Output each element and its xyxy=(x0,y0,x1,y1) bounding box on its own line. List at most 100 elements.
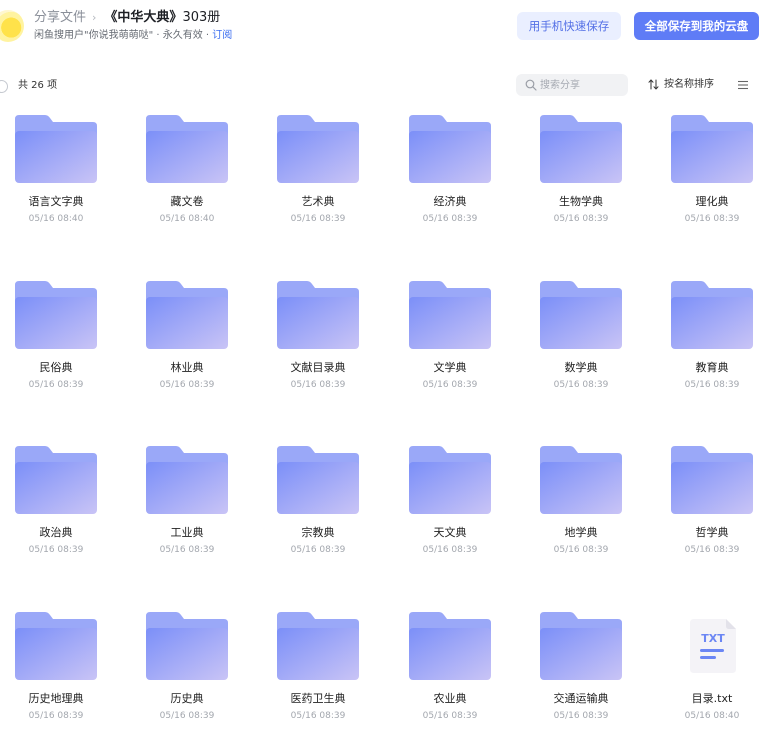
item-name[interactable]: 工业典 xyxy=(122,526,252,540)
folder-item[interactable]: 工业典 05/16 08:39 xyxy=(132,446,242,586)
item-date: 05/16 08:39 xyxy=(28,380,84,390)
item-thumbnail[interactable] xyxy=(132,115,242,183)
item-thumbnail[interactable] xyxy=(395,446,505,514)
folder-item[interactable]: 农业典 05/16 08:39 xyxy=(395,612,505,752)
sort-icon xyxy=(648,79,659,90)
folder-icon xyxy=(540,115,622,183)
item-thumbnail[interactable] xyxy=(526,612,636,680)
item-name[interactable]: 交通运输典 xyxy=(516,692,646,706)
item-name[interactable]: 政治典 xyxy=(0,526,121,540)
folder-icon xyxy=(277,446,359,514)
subscribe-link[interactable]: 订阅 xyxy=(212,30,232,41)
item-thumbnail[interactable] xyxy=(263,281,373,349)
item-thumbnail[interactable] xyxy=(657,446,759,514)
sort-button[interactable]: 按名称排序 xyxy=(648,78,714,91)
item-name[interactable]: 艺术典 xyxy=(253,195,383,209)
item-name[interactable]: 地学典 xyxy=(516,526,646,540)
item-thumbnail[interactable] xyxy=(395,612,505,680)
folder-item[interactable]: 语言文字典 05/16 08:40 xyxy=(1,115,111,255)
item-thumbnail[interactable] xyxy=(526,281,636,349)
item-name[interactable]: 林业典 xyxy=(122,361,252,375)
item-thumbnail[interactable] xyxy=(395,115,505,183)
item-date: 05/16 08:39 xyxy=(290,380,346,390)
item-thumbnail[interactable] xyxy=(1,281,111,349)
folder-item[interactable]: 政治典 05/16 08:39 xyxy=(1,446,111,586)
folder-item[interactable]: 艺术典 05/16 08:39 xyxy=(263,115,373,255)
item-name[interactable]: 目录.txt xyxy=(647,692,759,706)
item-name[interactable]: 天文典 xyxy=(385,526,515,540)
item-thumbnail[interactable] xyxy=(263,446,373,514)
item-thumbnail[interactable] xyxy=(395,281,505,349)
item-date: 05/16 08:39 xyxy=(290,545,346,555)
item-name[interactable]: 数学典 xyxy=(516,361,646,375)
item-date: 05/16 08:39 xyxy=(28,711,84,721)
folder-item[interactable]: 文献目录典 05/16 08:39 xyxy=(263,281,373,421)
folder-icon xyxy=(671,281,753,349)
item-thumbnail[interactable] xyxy=(657,115,759,183)
folder-item[interactable]: 宗教典 05/16 08:39 xyxy=(263,446,373,586)
item-thumbnail[interactable] xyxy=(1,446,111,514)
folder-item[interactable]: 文学典 05/16 08:39 xyxy=(395,281,505,421)
folder-item[interactable]: 数学典 05/16 08:39 xyxy=(526,281,636,421)
item-name[interactable]: 医药卫生典 xyxy=(253,692,383,706)
folder-item[interactable]: 理化典 05/16 08:39 xyxy=(657,115,759,255)
folder-icon xyxy=(540,612,622,680)
item-name[interactable]: 宗教典 xyxy=(253,526,383,540)
folder-item[interactable]: 哲学典 05/16 08:39 xyxy=(657,446,759,586)
item-count: 共 26 项 xyxy=(18,80,58,91)
item-date: 05/16 08:39 xyxy=(422,380,478,390)
item-thumbnail[interactable] xyxy=(526,446,636,514)
folder-item[interactable]: 地学典 05/16 08:39 xyxy=(526,446,636,586)
folder-item[interactable]: 天文典 05/16 08:39 xyxy=(395,446,505,586)
item-thumbnail[interactable] xyxy=(132,281,242,349)
folder-item[interactable]: 民俗典 05/16 08:39 xyxy=(1,281,111,421)
item-thumbnail[interactable] xyxy=(263,115,373,183)
folder-item[interactable]: 林业典 05/16 08:39 xyxy=(132,281,242,421)
page-title-name: 《中华大典》 xyxy=(104,10,183,25)
item-name[interactable]: 哲学典 xyxy=(647,526,759,540)
folder-item[interactable]: 藏文卷 05/16 08:40 xyxy=(132,115,242,255)
folder-icon xyxy=(277,612,359,680)
item-date: 05/16 08:39 xyxy=(684,545,740,555)
item-name[interactable]: 农业典 xyxy=(385,692,515,706)
item-thumbnail[interactable] xyxy=(1,612,111,680)
search-input[interactable] xyxy=(516,74,628,96)
folder-icon xyxy=(146,612,228,680)
item-name[interactable]: 历史典 xyxy=(122,692,252,706)
folder-icon xyxy=(146,446,228,514)
item-thumbnail[interactable] xyxy=(1,115,111,183)
item-thumbnail[interactable]: TXT xyxy=(657,612,759,680)
item-name[interactable]: 生物学典 xyxy=(516,195,646,209)
select-all-checkbox[interactable] xyxy=(0,80,8,93)
item-name[interactable]: 民俗典 xyxy=(0,361,121,375)
item-thumbnail[interactable] xyxy=(263,612,373,680)
item-date: 05/16 08:40 xyxy=(684,711,740,721)
save-all-button[interactable]: 全部保存到我的云盘 xyxy=(634,12,759,40)
folder-item[interactable]: 交通运输典 05/16 08:39 xyxy=(526,612,636,752)
sharer-avatar[interactable] xyxy=(0,10,24,42)
item-name[interactable]: 文献目录典 xyxy=(253,361,383,375)
item-date: 05/16 08:39 xyxy=(290,214,346,224)
item-name[interactable]: 历史地理典 xyxy=(0,692,121,706)
file-item[interactable]: TXT 目录.txt 05/16 08:40 xyxy=(657,612,759,752)
folder-item[interactable]: 历史典 05/16 08:39 xyxy=(132,612,242,752)
item-thumbnail[interactable] xyxy=(132,612,242,680)
item-name[interactable]: 语言文字典 xyxy=(0,195,121,209)
item-name[interactable]: 理化典 xyxy=(647,195,759,209)
item-date: 05/16 08:39 xyxy=(159,711,215,721)
item-thumbnail[interactable] xyxy=(657,281,759,349)
quick-save-button[interactable]: 用手机快速保存 xyxy=(517,12,621,40)
item-thumbnail[interactable] xyxy=(526,115,636,183)
folder-item[interactable]: 历史地理典 05/16 08:39 xyxy=(1,612,111,752)
breadcrumb-root-link[interactable]: 分享文件 xyxy=(34,10,86,25)
folder-item[interactable]: 教育典 05/16 08:39 xyxy=(657,281,759,421)
item-name[interactable]: 经济典 xyxy=(385,195,515,209)
item-name[interactable]: 教育典 xyxy=(647,361,759,375)
folder-item[interactable]: 经济典 05/16 08:39 xyxy=(395,115,505,255)
item-name[interactable]: 藏文卷 xyxy=(122,195,252,209)
folder-item[interactable]: 生物学典 05/16 08:39 xyxy=(526,115,636,255)
item-thumbnail[interactable] xyxy=(132,446,242,514)
folder-item[interactable]: 医药卫生典 05/16 08:39 xyxy=(263,612,373,752)
item-name[interactable]: 文学典 xyxy=(385,361,515,375)
list-view-icon[interactable] xyxy=(737,80,749,90)
